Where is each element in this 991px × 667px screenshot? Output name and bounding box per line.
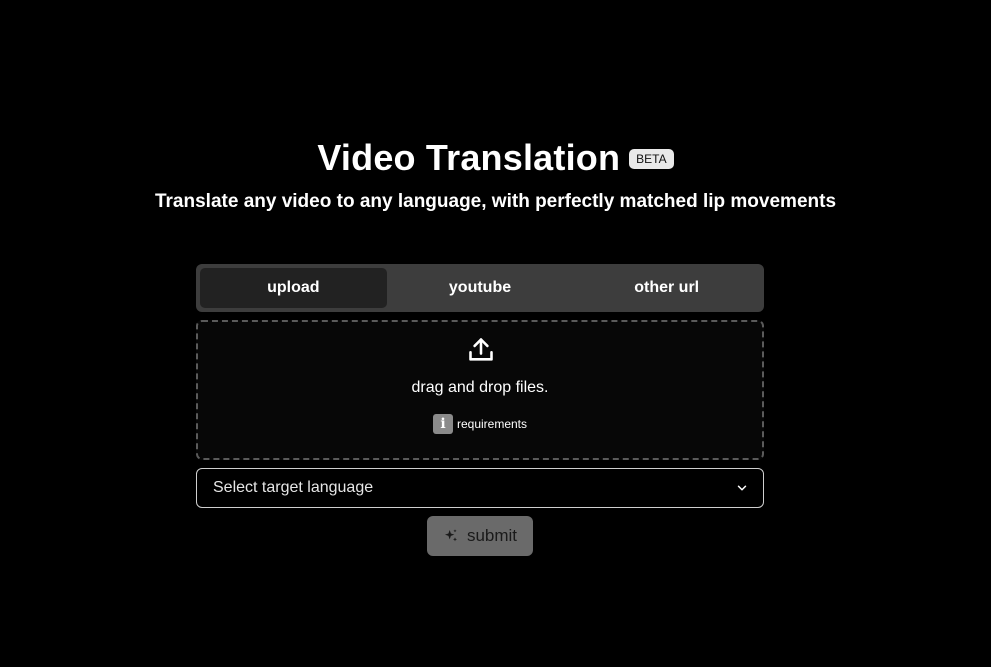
submit-button[interactable]: submit [427,516,533,556]
title-row: Video Translation BETA [0,136,991,180]
source-tabs: upload youtube other url [196,264,764,312]
requirements-link[interactable]: i requirements [198,414,762,434]
submit-label: submit [466,526,518,545]
sparkle-icon [444,529,457,542]
info-icon: i [432,414,453,434]
upload-icon [469,338,493,361]
requirements-label: requirements [456,417,528,431]
page-subtitle: Translate any video to any language, wit… [154,191,837,212]
select-value: Select target language [213,479,374,496]
target-language-select[interactable]: Select target language [196,468,764,508]
page-title: Video Translation [317,137,621,178]
beta-badge: BETA [629,149,674,169]
dropzone-text: drag and drop files. [411,379,549,396]
tab-youtube[interactable]: youtube [387,268,574,308]
tab-upload[interactable]: upload [200,268,387,308]
chevron-down-icon [737,485,747,491]
tab-other-url[interactable]: other url [573,268,760,308]
file-dropzone[interactable]: drag and drop files. i requirements [196,320,764,460]
page: Video Translation BETA Translate any vid… [0,0,991,667]
